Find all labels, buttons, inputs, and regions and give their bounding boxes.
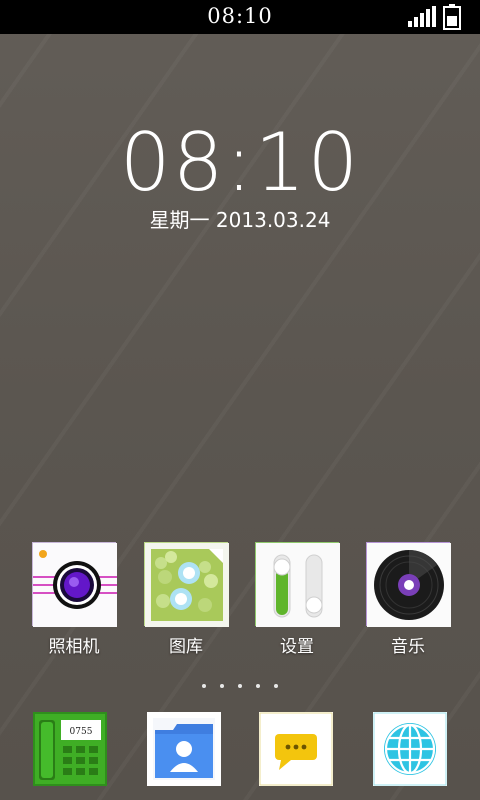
- page-dot[interactable]: [238, 684, 242, 688]
- gallery-icon: [144, 542, 229, 627]
- battery-icon: [443, 4, 461, 30]
- app-camera[interactable]: 照相机: [24, 542, 124, 658]
- signal-bars-icon: [408, 6, 436, 27]
- app-label-camera: 照相机: [48, 637, 100, 657]
- lockscreen-date: 星期一 2013.03.24: [149, 208, 331, 232]
- settings-icon: [255, 542, 340, 627]
- page-dot[interactable]: [202, 684, 206, 688]
- dock-contacts[interactable]: [147, 712, 221, 786]
- page-dot[interactable]: [256, 684, 260, 688]
- messages-icon: [259, 712, 333, 786]
- app-label-gallery: 图库: [169, 637, 203, 657]
- status-bar: 08:10: [0, 0, 480, 34]
- phone-icon: 0755: [33, 712, 107, 786]
- app-gallery[interactable]: 图库: [136, 542, 236, 658]
- phone-number-text: 0755: [70, 727, 93, 737]
- dock-messages[interactable]: [259, 712, 333, 786]
- app-label-settings: 设置: [280, 637, 314, 657]
- music-icon: [366, 542, 451, 627]
- app-music[interactable]: 音乐: [358, 542, 458, 658]
- page-indicator: [0, 684, 480, 690]
- page-dot[interactable]: [220, 684, 224, 688]
- contacts-icon: [147, 712, 221, 786]
- page-dot[interactable]: [274, 684, 278, 688]
- dock-phone[interactable]: 0755: [33, 712, 107, 786]
- dock-browser[interactable]: [373, 712, 447, 786]
- app-label-music: 音乐: [391, 637, 425, 657]
- app-settings[interactable]: 设置: [247, 542, 347, 658]
- lockscreen-clock: 08:10: [119, 116, 361, 209]
- camera-icon: [32, 542, 117, 627]
- browser-icon: [373, 712, 447, 786]
